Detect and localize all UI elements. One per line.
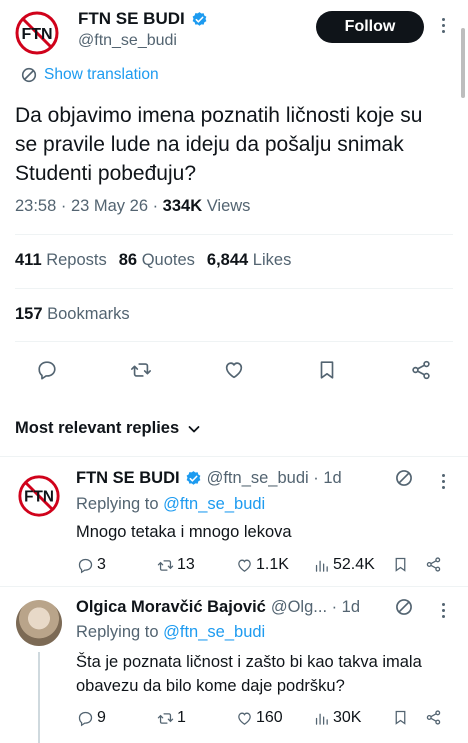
- reply-comment-button[interactable]: 3: [77, 556, 106, 574]
- reply-more-icon[interactable]: [438, 601, 448, 619]
- divider: [15, 234, 453, 235]
- analytics-icon: [315, 713, 328, 725]
- likes-stat[interactable]: 6,844 Likes: [207, 251, 291, 270]
- quotes-stat[interactable]: 86 Quotes: [119, 251, 195, 270]
- reply-like-button[interactable]: 1.1K: [236, 556, 289, 574]
- divider: [0, 586, 468, 587]
- share-button[interactable]: [409, 358, 433, 382]
- ftn-logo-icon: FTN: [18, 475, 60, 517]
- replying-to: Replying to @ftn_se_budi: [76, 495, 266, 513]
- chevron-down-icon: [188, 425, 200, 432]
- views-count: 334K: [162, 197, 203, 215]
- share-icon: [426, 710, 441, 725]
- tweet-timestamp[interactable]: 23:58 · 23 May 26 ·: [15, 197, 163, 215]
- verified-badge-icon: [186, 471, 200, 485]
- bookmark-icon: [320, 361, 334, 379]
- reply-author-name[interactable]: FTN SE BUDI: [76, 469, 180, 488]
- bookmark-icon: [395, 710, 406, 725]
- thread-line: [38, 652, 40, 743]
- reply-header: Olgica Moravčić Bajović @Olg... · 1d: [76, 598, 360, 617]
- views-label: Views: [202, 197, 251, 215]
- tweet-meta: 23:58 · 23 May 26 · 334K Views: [15, 197, 250, 216]
- repost-icon: [157, 712, 174, 724]
- reply-like-button[interactable]: 160: [236, 709, 283, 727]
- like-button[interactable]: [222, 358, 246, 382]
- verified-badge-icon: [192, 11, 207, 26]
- follow-button[interactable]: Follow: [316, 11, 424, 43]
- reply-header: FTN SE BUDI @ftn_se_budi · 1d: [76, 469, 342, 488]
- analytics-icon: [315, 560, 328, 572]
- reply-repost-button[interactable]: 13: [157, 556, 195, 574]
- reply-share-button[interactable]: [425, 556, 442, 573]
- reply-button[interactable]: [35, 358, 59, 382]
- reply-author-handle[interactable]: @Olg... · 1d: [271, 598, 360, 617]
- share-icon: [412, 360, 430, 380]
- show-translation-label: Show translation: [44, 66, 159, 83]
- ftn-logo-icon: FTN: [15, 11, 59, 55]
- bookmark-button[interactable]: [315, 358, 339, 382]
- reply-repost-button[interactable]: 1: [157, 709, 186, 727]
- author-avatar[interactable]: FTN: [14, 10, 60, 56]
- replying-to-link[interactable]: @ftn_se_budi: [163, 623, 265, 641]
- engagement-stats: 411 Reposts 86 Quotes 6,844 Likes: [15, 251, 291, 270]
- reply-translate-icon[interactable]: [395, 598, 413, 621]
- reply-translate-icon[interactable]: [395, 469, 413, 492]
- reply-icon: [78, 711, 93, 726]
- svg-text:FTN: FTN: [24, 489, 54, 506]
- reply-author-handle[interactable]: @ftn_se_budi · 1d: [207, 469, 342, 488]
- heart-icon: [238, 712, 251, 725]
- author-handle[interactable]: @ftn_se_budi: [78, 32, 177, 50]
- divider: [0, 456, 468, 457]
- divider: [15, 341, 453, 342]
- more-options-icon[interactable]: [438, 16, 448, 34]
- tweet-text: Da objavimo imena poznatih ličnosti koje…: [15, 104, 423, 185]
- reply-icon: [78, 558, 93, 573]
- reply-views-button[interactable]: 52.4K: [313, 556, 375, 574]
- show-translation-link[interactable]: Show translation: [21, 66, 159, 84]
- reply-avatar[interactable]: [16, 600, 62, 646]
- bookmarks-stat[interactable]: 157 Bookmarks: [15, 305, 130, 324]
- reply-views-button[interactable]: 30K: [313, 709, 361, 727]
- replying-to: Replying to @ftn_se_budi: [76, 623, 266, 641]
- scrollbar[interactable]: [461, 28, 465, 98]
- divider: [15, 288, 453, 289]
- reply-author-name[interactable]: Olgica Moravčić Bajović: [76, 598, 266, 617]
- svg-text:FTN: FTN: [21, 26, 52, 43]
- author-name-row: FTN SE BUDI: [78, 9, 208, 29]
- reply-comment-button[interactable]: 9: [77, 709, 106, 727]
- reply-share-button[interactable]: [425, 709, 442, 726]
- reply-avatar[interactable]: FTN: [16, 473, 62, 519]
- share-icon: [426, 557, 441, 572]
- translate-icon: [21, 67, 37, 83]
- reply-icon: [38, 361, 56, 380]
- heart-icon: [225, 362, 243, 379]
- replies-sort-label: Most relevant replies: [15, 419, 180, 437]
- bookmark-icon: [395, 557, 406, 572]
- reply-text: Šta je poznata ličnost i zašto bi kao ta…: [76, 653, 422, 695]
- replying-to-link[interactable]: @ftn_se_budi: [163, 495, 265, 513]
- reply-more-icon[interactable]: [438, 472, 448, 490]
- repost-button[interactable]: [129, 358, 153, 382]
- reply-bookmark-button[interactable]: [392, 556, 409, 573]
- repost-icon: [157, 559, 174, 571]
- reply-text: Mnogo tetaka i mnogo lekova: [76, 523, 292, 541]
- author-name[interactable]: FTN SE BUDI: [78, 9, 185, 29]
- heart-icon: [238, 559, 251, 572]
- reposts-stat[interactable]: 411 Reposts: [15, 251, 107, 270]
- replies-sort-dropdown[interactable]: Most relevant replies: [15, 419, 201, 438]
- repost-icon: [131, 363, 151, 377]
- reply-bookmark-button[interactable]: [392, 709, 409, 726]
